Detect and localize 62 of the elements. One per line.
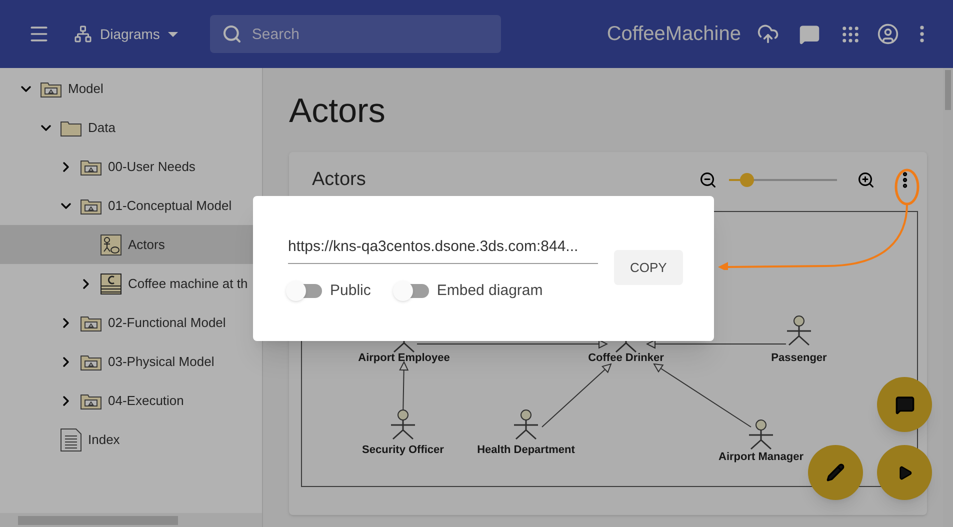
package-folder-icon [80,158,102,176]
comment-icon [894,394,914,414]
project-title: CoffeeMachine [606,22,741,47]
tree-item[interactable]: 04-Execution [0,381,262,420]
zoom-slider-thumb[interactable] [740,173,754,187]
toggle-label: Embed diagram [436,281,543,301]
tree-item-label: 04-Execution [108,392,184,410]
tree-item[interactable]: 03-Physical Model [0,342,262,381]
pencil-icon [826,463,845,482]
toggle-label: Public [330,281,371,301]
tree-item[interactable]: 01-Conceptual Model [0,186,262,225]
tree-item-label: 01-Conceptual Model [108,196,232,215]
actor-name: Coffee Drinker [588,352,664,364]
tree-item-label: 02-Functional Model [108,314,226,332]
actor-name: Airport Manager [718,451,804,463]
package-folder-icon [80,352,102,370]
tree-item[interactable]: 00-User Needs [0,147,262,186]
account-icon[interactable] [877,23,899,45]
folder-icon [60,118,82,136]
toggle-switch[interactable] [394,284,429,298]
package-folder-icon [40,80,62,98]
card-title: Actors [312,168,366,192]
tree-item[interactable]: Index [0,420,262,459]
zoom-slider[interactable] [729,173,837,187]
actor-diagram-icon [100,234,122,256]
class-diagram-icon [100,272,122,294]
package-folder-icon [80,314,102,332]
page-title: Actors [289,94,386,128]
url-field[interactable]: https://kns-qa3centos.dsone.3ds.com:844... [288,236,598,264]
diagrams-dropdown[interactable]: Diagrams [74,24,178,44]
search-icon [222,24,242,44]
package-folder-icon [80,392,102,410]
apps-grid-icon[interactable] [840,24,861,44]
tree-item-label: Coffee machine at th [128,274,248,293]
actor-name: Security Officer [362,444,444,456]
copy-button[interactable]: COPY [614,250,683,285]
generalization-arrow [542,364,612,428]
tree-item-label: 03-Physical Model [108,352,214,371]
actor-name: Health Department [477,444,575,456]
tree-item[interactable]: Model [0,69,262,108]
hierarchy-icon [74,25,92,43]
actor-name: Airport Employee [358,352,450,364]
horizontal-scrollbar[interactable] [0,513,262,527]
tree-item-label: 00-User Needs [108,158,196,176]
tree-item-label: Actors [128,236,165,254]
tree-item[interactable]: Data [0,108,262,147]
toggle-switch[interactable] [288,284,322,298]
play-icon [896,464,912,480]
tree-item[interactable]: Coffee machine at th [0,264,262,303]
search-field[interactable]: Search [210,15,501,53]
comment-icon[interactable] [799,24,820,44]
document-list-icon [60,428,82,452]
zoom-out-icon[interactable] [699,171,717,189]
caret-icon [168,32,178,36]
tree-item-label: Model [68,80,104,98]
package-folder-icon [80,196,102,214]
zoom-in-icon[interactable] [857,171,875,189]
tree-item-label: Data [88,118,116,137]
tree-item[interactable]: 02-Functional Model [0,303,262,342]
cloud-upload-icon[interactable] [757,23,779,45]
actor-name: Passenger [771,352,827,364]
tree-item-label: Index [88,430,120,449]
